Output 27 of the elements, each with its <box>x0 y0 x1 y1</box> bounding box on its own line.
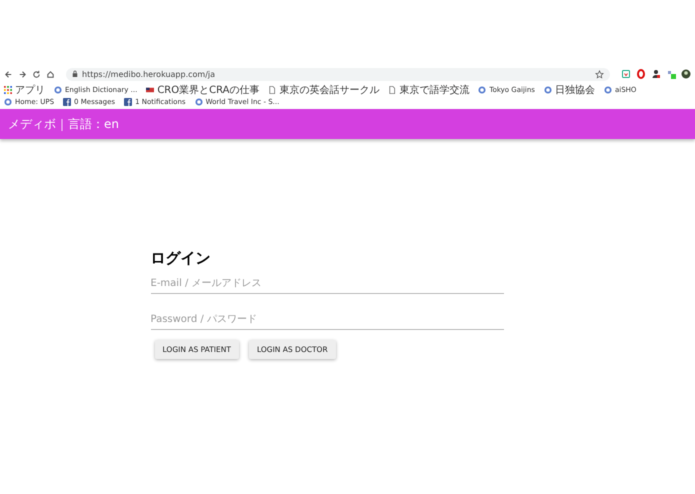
page-icon <box>388 86 396 94</box>
bookmark[interactable]: 日独協会 <box>544 83 595 97</box>
address-bar[interactable]: https://medibo.herokuapp.com/ja <box>66 68 610 80</box>
site-icon <box>604 86 612 94</box>
email-field[interactable]: E-mail / メールアドレス <box>150 274 504 294</box>
site-icon <box>544 86 552 94</box>
letter-o-icon[interactable] <box>636 69 646 79</box>
app-title: メディボ｜言語：en <box>8 116 119 132</box>
page-icon <box>268 86 276 94</box>
flag-icon <box>146 86 154 94</box>
home-icon[interactable] <box>46 70 55 78</box>
bookmark[interactable]: アプリ <box>4 83 45 97</box>
forward-icon[interactable] <box>18 70 27 78</box>
person-icon[interactable] <box>651 69 661 79</box>
apps-grid-icon <box>4 86 12 94</box>
reload-icon[interactable] <box>32 70 41 78</box>
site-icon <box>478 86 486 94</box>
site-icon <box>54 86 62 94</box>
login-heading: ログイン <box>150 249 212 268</box>
password-field[interactable]: Password / パスワード <box>150 310 504 330</box>
bookmark[interactable]: CRO業界とCRAの仕事 <box>146 83 260 97</box>
bookmark[interactable]: 東京の英会話サークル <box>268 83 380 97</box>
star-icon[interactable] <box>595 70 604 78</box>
back-icon[interactable] <box>4 70 13 78</box>
lock-icon <box>72 70 78 78</box>
avatar-icon[interactable] <box>681 69 691 79</box>
bookmark[interactable]: 東京で語学交流 <box>388 83 470 97</box>
